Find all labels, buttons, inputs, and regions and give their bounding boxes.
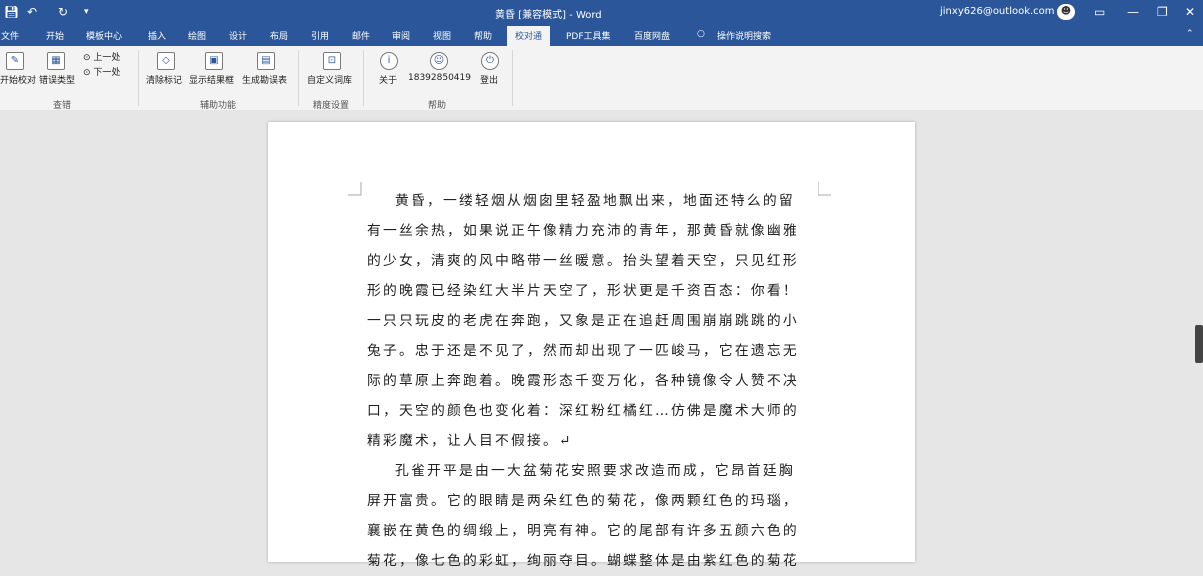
start-check-button[interactable]: 开始校对 [0,73,36,86]
minimize-icon[interactable]: — [1127,5,1139,19]
tab-pdf-tools[interactable]: PDF工具集 [566,29,611,42]
tab-help[interactable]: 帮助 [474,29,492,42]
text-line: 的少女，清爽的风中略带一丝暖意。抬头望着天空，只见红形 [367,253,799,269]
start-check-icon: ✎ [6,52,24,70]
tab-insert[interactable]: 插入 [148,29,166,42]
text-line: 精彩魔术，让人目不假接。↵ [367,433,573,449]
next-button[interactable]: ⊙ 下一处 [83,65,120,78]
group-separator [138,50,139,106]
text-line: 口，天空的颜色也变化着：深红粉红橘红…仿佛是魔术大师的 [367,403,799,419]
tab-review[interactable]: 审阅 [392,29,410,42]
clear-marks-button[interactable]: 清除标记 [146,73,182,86]
result-box-icon: ▣ [205,52,223,70]
tab-baidu-netdisk[interactable]: 百度网盘 [634,29,670,42]
paragraph-2[interactable]: 孔雀开平是由一大盆菊花安照要求改造而成，它昂首廷胸 屏开富贵。它的眼睛是两朵红色… [367,456,820,576]
text-line: 黄昏，一缕轻烟从烟囱里轻盈地飘出来，地面还特么的留 [395,193,795,209]
text-line: 形的晚霞已经染红大半片天空了，形状更是千资百态：你看！ [367,283,799,299]
chevron-up-icon[interactable]: ⌃ [1186,29,1194,39]
ribbon-display-icon[interactable]: ▭ [1094,5,1105,19]
margin-corner-top-right [818,182,831,196]
paragraph-1[interactable]: 黄昏，一缕轻烟从烟囱里轻盈地飘出来，地面还特么的留 有一丝余热，如果说正午像精力… [367,186,820,456]
scrollbar-handle[interactable] [1195,325,1203,363]
document-page[interactable]: 黄昏，一缕轻烟从烟囱里轻盈地飘出来，地面还特么的留 有一丝余热，如果说正午像精力… [268,122,915,569]
tell-me-search[interactable]: 操作说明搜索 [717,29,771,42]
next-label: 下一处 [93,68,121,78]
tab-home[interactable]: 开始 [46,29,64,42]
text-line: 一只只玩皮的老虎在奔跑，又象是正在追赶周围崩崩跳跳的小 [367,313,799,329]
avatar[interactable]: ☻ [1057,4,1075,20]
tab-mailings[interactable]: 邮件 [352,29,370,42]
user-icon: ☺ [430,52,448,70]
custom-dict-button[interactable]: 自定义词库 [307,73,352,86]
gen-report-button[interactable]: 生成勘误表 [242,73,287,86]
power-icon: ⏻ [481,52,499,70]
tab-references[interactable]: 引用 [311,29,329,42]
text-line: 际的草原上奔跑着。晚霞形态千变万化，各种镜像令人赞不决 [367,373,799,389]
group-separator [363,50,364,106]
tab-view[interactable]: 视图 [433,29,451,42]
eraser-icon: ◇ [157,52,175,70]
text-line: 菊花，像七色的彩虹，绚丽夺目。蝴蝶整体是由紫红色的菊花 [367,553,799,569]
text-line: 孔雀开平是由一大盆菊花安照要求改造而成，它昂首廷胸 [395,463,795,479]
maximize-icon[interactable]: ❐ [1157,5,1168,19]
title-bar: 💾︎ ↶ ↻ ▾ 黄昏 [兼容模式] - Word jinxy626@outlo… [0,0,1203,26]
info-icon: i [380,52,398,70]
text-line: 有一丝余热，如果说正午像精力充沛的青年，那黄昏就像幽雅 [367,223,799,239]
tab-proofreading[interactable]: 校对通 [507,26,551,46]
report-icon: ▤ [257,52,275,70]
tab-template-center[interactable]: 模板中心 [86,29,122,42]
margin-corner-top-left [348,182,362,196]
document-area[interactable]: 黄昏，一缕轻烟从烟囱里轻盈地飘出来，地面还特么的留 有一丝余热，如果说正午像精力… [0,110,1203,569]
phone-button[interactable]: 18392850419 [408,73,471,83]
error-type-button[interactable]: 错误类型 [39,73,75,86]
prev-button[interactable]: ⊙ 上一处 [83,50,120,63]
error-type-icon: ▦ [47,52,65,70]
undo-icon[interactable]: ↶ [27,5,37,19]
show-result-button[interactable]: 显示结果框 [189,73,234,86]
dictionary-icon: ⊡ [323,52,341,70]
window-title: 黄昏 [兼容模式] - Word [495,10,602,21]
lightbulb-icon: ○ [697,29,705,39]
customize-icon[interactable]: ▾ [84,5,89,19]
tab-design[interactable]: 设计 [229,29,247,42]
group-separator [512,50,513,106]
text-line: 襄嵌在黄色的绸缎上，明亮有神。它的尾部有许多五颜六色的 [367,523,799,539]
logout-button[interactable]: 登出 [480,73,498,86]
text-line: 兔子。忠于还是不见了，然而却出现了一匹峻马，它在遗忘无 [367,343,799,359]
ribbon-tabs: 文件 开始 模板中心 插入 绘图 设计 布局 引用 邮件 审阅 视图 帮助 校对… [0,26,1203,46]
text-line: 屏开富贵。它的眼睛是两朵红色的菊花，像两颗红色的玛瑙， [367,493,799,509]
save-icon[interactable]: 💾︎ [4,5,19,19]
ribbon: ✎ 开始校对 ▦ 错误类型 ⊙ 上一处 ⊙ 下一处 查错 ◇ 清除标记 ▣ 显示… [0,46,1203,111]
down-circle-icon: ⊙ [83,68,91,78]
tab-draw[interactable]: 绘图 [188,29,206,42]
tab-layout[interactable]: 布局 [270,29,288,42]
up-circle-icon: ⊙ [83,53,91,63]
redo-icon[interactable]: ↻ [58,5,68,19]
prev-label: 上一处 [93,53,121,63]
about-button[interactable]: 关于 [379,73,397,86]
account-name[interactable]: jinxy626@outlook.com [940,6,1055,17]
close-icon[interactable]: ✕ [1185,5,1195,19]
group-separator [298,50,299,106]
tab-file[interactable]: 文件 [1,29,19,42]
